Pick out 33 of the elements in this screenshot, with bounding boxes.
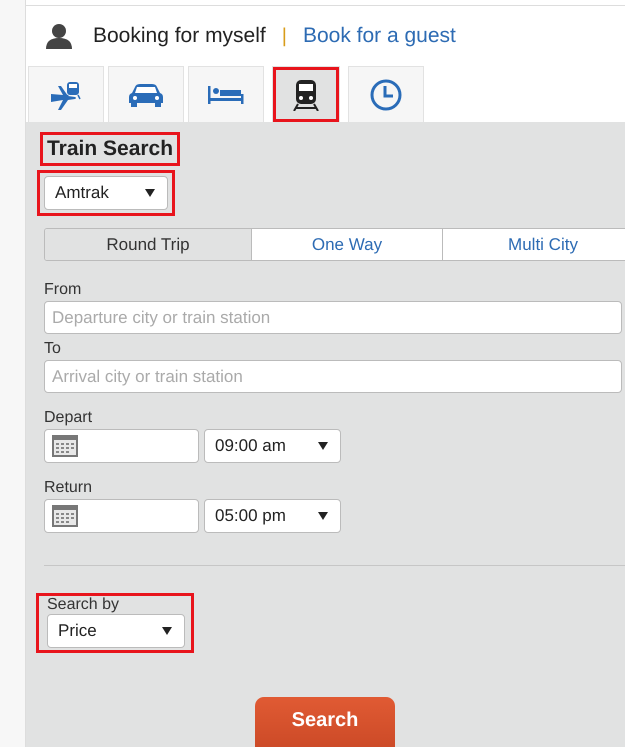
bed-icon <box>207 84 245 106</box>
caret-icon <box>318 442 328 450</box>
booking-label: Booking for myself <box>93 24 266 48</box>
separator: | <box>282 24 287 48</box>
field-label: Depart <box>44 409 92 427</box>
field-label: From <box>44 281 82 299</box>
tab[interactable] <box>272 66 340 122</box>
date-field[interactable] <box>44 499 199 533</box>
time-dropdown[interactable]: 09:00 am <box>204 429 341 463</box>
caret-icon <box>318 512 328 520</box>
guest-link[interactable]: Book for a guest <box>302 24 456 48</box>
clock-icon <box>370 78 402 110</box>
person-icon <box>45 23 73 49</box>
caret-icon <box>162 627 172 635</box>
field-label: Search by <box>47 596 120 614</box>
caret-icon <box>145 189 155 197</box>
trip-type-tab[interactable]: One Way <box>251 229 442 260</box>
calendar-icon <box>52 505 78 527</box>
date-field[interactable] <box>44 429 199 463</box>
calendar-icon <box>52 435 78 457</box>
form-title: Train Search <box>40 132 180 166</box>
train-icon <box>292 78 320 110</box>
search-button[interactable]: Search <box>255 697 395 747</box>
search-by-dropdown[interactable]: Price <box>47 614 185 648</box>
field-label: Return <box>44 479 92 497</box>
field-label: To <box>44 340 61 358</box>
text-field[interactable]: Arrival city or train station <box>44 360 622 393</box>
time-dropdown[interactable]: 05:00 pm <box>204 499 341 533</box>
car-icon <box>128 82 164 106</box>
carrier-dropdown[interactable]: Amtrak <box>44 176 168 210</box>
airplane-train-icon <box>49 80 83 110</box>
trip-type-tab[interactable]: Multi City <box>442 229 625 260</box>
text-field[interactable]: Departure city or train station <box>44 301 622 334</box>
